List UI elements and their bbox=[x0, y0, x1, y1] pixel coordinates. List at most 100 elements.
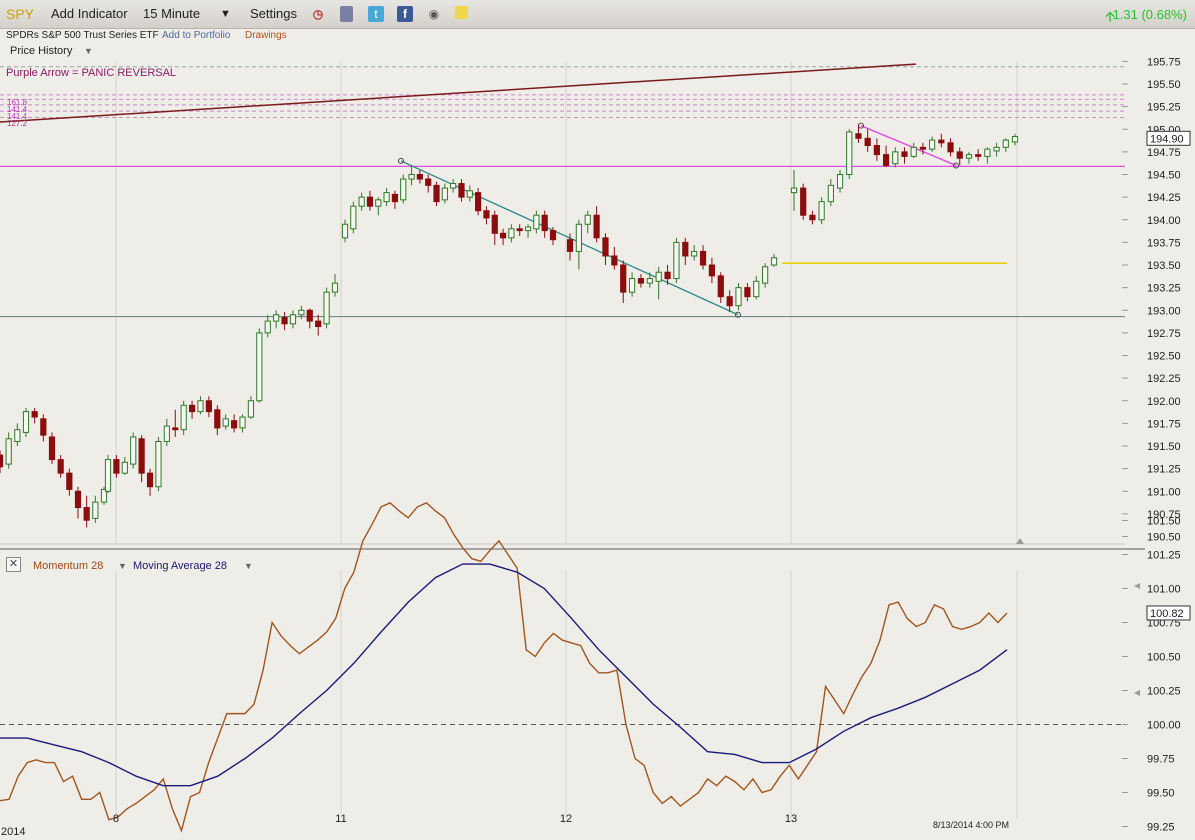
candle bbox=[146, 472, 154, 488]
candle bbox=[491, 214, 498, 234]
candle bbox=[121, 461, 128, 474]
candle bbox=[298, 309, 305, 316]
candle bbox=[14, 429, 21, 442]
candle bbox=[375, 199, 382, 207]
fib-label: 127.2 bbox=[7, 119, 28, 128]
alarm-clock-icon[interactable]: ◷ bbox=[310, 6, 326, 22]
candle bbox=[433, 184, 440, 203]
candle bbox=[956, 151, 963, 159]
candle bbox=[516, 228, 523, 232]
chevron-down-icon[interactable]: ▼ bbox=[244, 561, 253, 571]
last-value-label: 100.82 bbox=[1150, 608, 1184, 620]
x-tick-label: 12 bbox=[560, 813, 572, 825]
candle bbox=[836, 174, 844, 189]
candle bbox=[222, 418, 229, 427]
candle bbox=[827, 184, 834, 203]
candle bbox=[611, 255, 618, 266]
y-tick-label: 100.50 bbox=[1147, 652, 1181, 664]
candle bbox=[57, 459, 64, 474]
candle bbox=[163, 425, 170, 442]
candle bbox=[846, 131, 853, 175]
candle bbox=[699, 250, 707, 266]
chevron-down-icon[interactable]: ▼ bbox=[220, 8, 231, 20]
y-tick-label: 100.00 bbox=[1147, 720, 1181, 732]
camera-icon[interactable]: ◉ bbox=[426, 6, 442, 22]
moving-average-menu[interactable]: Moving Average 28 bbox=[133, 560, 227, 572]
y-tick-label: 193.75 bbox=[1147, 237, 1181, 249]
database-icon[interactable] bbox=[340, 6, 353, 22]
add-indicator-button[interactable]: Add Indicator bbox=[51, 6, 128, 21]
candle bbox=[256, 332, 263, 402]
candle bbox=[205, 400, 212, 413]
y-tick-label: 100.25 bbox=[1147, 686, 1181, 698]
sticky-note-icon[interactable] bbox=[455, 6, 468, 19]
candle bbox=[637, 278, 645, 284]
candle bbox=[744, 287, 751, 298]
candle bbox=[441, 187, 448, 201]
candle bbox=[180, 404, 187, 431]
y-tick-label: 190.50 bbox=[1147, 532, 1181, 544]
momentum-indicator-menu[interactable]: Momentum 28 bbox=[33, 560, 103, 572]
candle bbox=[549, 230, 557, 241]
candle bbox=[938, 139, 945, 144]
candle bbox=[315, 320, 322, 328]
price-history-menu[interactable]: Price History bbox=[10, 45, 72, 57]
candle bbox=[664, 271, 671, 280]
candle bbox=[726, 296, 733, 307]
candle bbox=[717, 275, 724, 298]
candle bbox=[214, 409, 221, 429]
y-tick-label: 99.75 bbox=[1147, 754, 1175, 766]
candle bbox=[281, 316, 288, 325]
candle bbox=[910, 146, 917, 157]
fund-name: SPDRs S&P 500 Trust Series ETF bbox=[6, 30, 159, 41]
candle bbox=[400, 178, 407, 201]
candle bbox=[247, 400, 255, 418]
x-tick-label: 8 bbox=[113, 813, 119, 825]
interval-select[interactable]: 15 Minute bbox=[143, 6, 200, 21]
twitter-icon[interactable]: t bbox=[368, 6, 384, 22]
settings-button[interactable]: Settings bbox=[250, 6, 297, 21]
candle bbox=[901, 151, 908, 157]
candle bbox=[289, 314, 297, 325]
candle bbox=[391, 193, 399, 203]
x-tick-label: 13 bbox=[785, 813, 797, 825]
y-tick-label: 193.25 bbox=[1147, 283, 1181, 295]
candle bbox=[691, 250, 698, 257]
candle bbox=[130, 436, 137, 465]
symbol-button[interactable]: SPY bbox=[6, 6, 34, 22]
facebook-icon[interactable]: f bbox=[397, 6, 413, 22]
price-change: 1.31 (0.68%) bbox=[1112, 7, 1187, 22]
candle bbox=[83, 507, 90, 521]
y-tick-label: 191.00 bbox=[1147, 486, 1181, 498]
drawings-link[interactable]: Drawings bbox=[245, 30, 287, 41]
candle bbox=[239, 416, 246, 429]
candle bbox=[466, 190, 473, 198]
candle bbox=[753, 280, 760, 298]
symbol-info-bar: SPDRs S&P 500 Trust Series ETF Add to Po… bbox=[0, 28, 1195, 44]
year-label: 2014 bbox=[1, 826, 26, 838]
chevron-down-icon[interactable]: ▼ bbox=[84, 46, 93, 56]
y-tick-label: 193.00 bbox=[1147, 305, 1181, 317]
chevron-down-icon[interactable]: ▼ bbox=[118, 561, 127, 571]
candle bbox=[708, 264, 716, 277]
candle bbox=[306, 309, 313, 322]
candle bbox=[646, 278, 653, 284]
y-tick-label: 195.50 bbox=[1147, 79, 1181, 91]
candle bbox=[541, 214, 548, 232]
candle bbox=[1011, 135, 1019, 143]
close-icon[interactable]: ✕ bbox=[6, 557, 21, 572]
candle bbox=[408, 174, 415, 180]
y-tick-label: 191.75 bbox=[1147, 418, 1181, 430]
candle bbox=[993, 146, 1000, 152]
y-tick-label: 99.50 bbox=[1147, 788, 1175, 800]
candle bbox=[0, 454, 4, 468]
chart-canvas: 190.50190.75191.00191.25191.50191.75192.… bbox=[0, 44, 1195, 834]
y-tick-label: 193.50 bbox=[1147, 260, 1181, 272]
momentum-panel bbox=[0, 551, 1195, 818]
candle bbox=[416, 174, 423, 180]
candle bbox=[873, 145, 880, 156]
candle bbox=[593, 214, 600, 239]
candle bbox=[1002, 139, 1009, 148]
candle bbox=[628, 278, 636, 293]
add-portfolio-link[interactable]: Add to Portfolio bbox=[162, 30, 230, 41]
